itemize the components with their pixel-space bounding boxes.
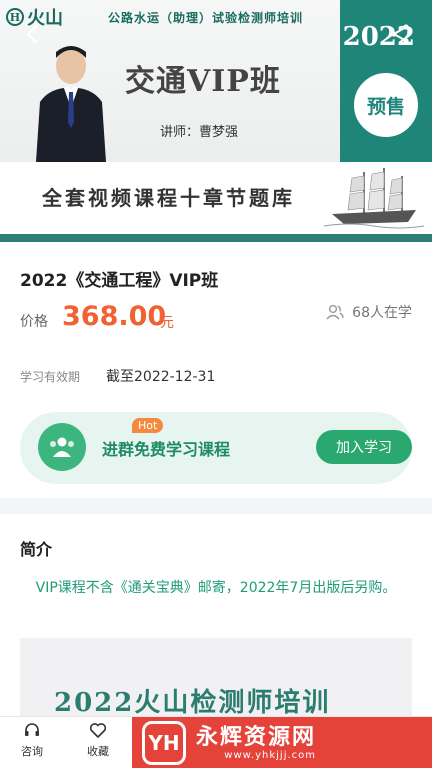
join-study-button[interactable]: 加入学习 [316, 430, 412, 464]
banner-strip: 全套视频课程十章节题库 [0, 162, 432, 234]
watermark-logo: YH [142, 721, 186, 765]
course-title: 2022《交通工程》VIP班 [20, 271, 219, 291]
watermark-title: 永辉资源网 [196, 724, 317, 750]
bottom-bar: 咨询 收藏 YH 永辉资源网 www.yhkjjj.com [0, 716, 432, 768]
share-button[interactable] [388, 22, 412, 46]
watermark-overlay: YH 永辉资源网 www.yhkjjj.com [132, 717, 432, 768]
headset-icon [25, 723, 39, 736]
consult-label: 咨询 [21, 745, 43, 758]
price-value: 368.00 [62, 301, 167, 332]
validity-value: 截至2022-12-31 [106, 369, 216, 385]
banner-subtitle: 公路水运（助理）试验检测师培训 [108, 11, 304, 25]
back-arrow-icon [26, 24, 38, 44]
sailing-ship-image [324, 168, 424, 229]
presale-badge: 预售 [351, 70, 421, 140]
lecturer-photo [36, 46, 106, 162]
validity-label: 学习有效期 [20, 370, 81, 384]
learner-count: 68人在学 [326, 302, 412, 322]
price-unit: 元 [160, 315, 174, 331]
favorite-label: 收藏 [87, 745, 109, 758]
back-button[interactable] [22, 22, 44, 46]
share-icon [391, 24, 409, 44]
join-group-card[interactable]: Hot 进群免费学习课程 加入学习 [20, 412, 412, 484]
lecturer-name: 讲师：曹梦强 [160, 125, 239, 140]
watermark-url: www.yhkjjj.com [224, 749, 317, 761]
strip-text: 全套视频课程十章节题库 [42, 186, 295, 210]
consult-button[interactable]: 咨询 [10, 721, 54, 759]
intro-image-text: 2022火山检测师培训 [54, 688, 331, 718]
group-text: 进群免费学习课程 [102, 440, 231, 459]
course-info-card: 2022《交通工程》VIP班 价格 368.00 元 68人在学 学习有效期 截… [0, 242, 432, 498]
learner-count-text: 68人在学 [352, 305, 412, 321]
users-icon [326, 304, 344, 320]
banner-divider [0, 234, 432, 242]
intro-note: VIP课程不含《通关宝典》邮寄，2022年7月出版后另购。 [35, 580, 397, 596]
course-banner: H 火山 公路水运（助理）试验检测师培训 2022 交通VIP班 讲师：曹梦强 … [0, 0, 432, 162]
favorite-button[interactable]: 收藏 [76, 721, 120, 759]
banner-title: 交通VIP班 [125, 64, 281, 99]
intro-heading: 简介 [20, 540, 53, 559]
hot-badge: Hot [132, 418, 164, 433]
price-label: 价格 [20, 314, 48, 330]
group-icon [38, 423, 86, 471]
heart-icon [89, 723, 107, 738]
course-detail-page: H 火山 公路水运（助理）试验检测师培训 2022 交通VIP班 讲师：曹梦强 … [0, 0, 432, 768]
